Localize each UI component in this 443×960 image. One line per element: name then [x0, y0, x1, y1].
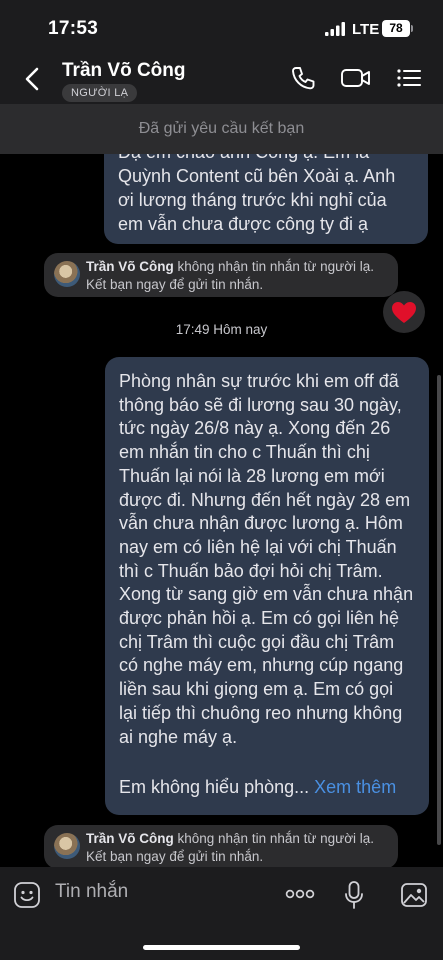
timestamp: 17:49 Hôm nay [175, 322, 268, 337]
video-icon[interactable] [340, 64, 372, 92]
message-text: Dạ em chào anh Công ạ. Em là Quỳnh Conte… [118, 142, 396, 234]
scrollbar[interactable] [437, 375, 441, 845]
sticker-icon[interactable] [13, 881, 41, 909]
image-icon[interactable] [400, 881, 428, 909]
see-more-link[interactable]: Xem thêm [314, 777, 396, 797]
message-bubble-outgoing[interactable]: Phòng nhân sự trước khi em off đã thông … [105, 357, 429, 815]
contact-name[interactable]: Trần Võ Công [62, 60, 186, 82]
truncated-text: Em không hiểu phòng... [119, 777, 310, 797]
avatar[interactable] [54, 833, 80, 859]
menu-icon[interactable] [395, 64, 423, 92]
message-input[interactable]: Tin nhắn [55, 881, 128, 903]
back-chevron-icon[interactable] [22, 66, 44, 92]
avatar[interactable] [54, 261, 80, 287]
home-indicator[interactable] [143, 945, 300, 950]
signal-icon [325, 22, 345, 36]
notice-text: không nhận tin nhắn từ người lạ. [173, 831, 375, 846]
stranger-notice: Trần Võ Công không nhận tin nhắn từ ngườ… [44, 825, 398, 869]
phone-icon[interactable] [289, 64, 317, 92]
battery-icon: 78 [382, 20, 410, 37]
message-text: Phòng nhân sự trước khi em off đã thông … [119, 371, 414, 747]
notice-name: Trần Võ Công [86, 259, 174, 274]
stranger-notice: Trần Võ Công không nhận tin nhắn từ ngườ… [44, 253, 398, 297]
notice-text-line2: Kết bạn ngay để gửi tin nhắn. [86, 849, 264, 864]
chat-header: Trần Võ Công NGƯỜI LẠ [0, 56, 443, 104]
stranger-badge: NGƯỜI LẠ [62, 84, 138, 102]
status-time: 17:53 [48, 18, 99, 39]
notice-text-line2: Kết bạn ngay để gửi tin nhắn. [86, 277, 264, 292]
status-bar: 17:53 LTE 78 [0, 0, 443, 56]
notice-text: không nhận tin nhắn từ người lạ. [173, 259, 375, 274]
network-label: LTE [352, 21, 380, 38]
more-options-icon[interactable] [285, 887, 315, 901]
microphone-icon[interactable] [343, 880, 365, 910]
friend-request-banner: Đã gửi yêu cầu kết bạn [0, 104, 443, 154]
message-truncated-line: Em không hiểu phòng... Xem thêm [119, 776, 415, 800]
battery-tip [411, 25, 413, 32]
notice-name: Trần Võ Công [86, 831, 174, 846]
